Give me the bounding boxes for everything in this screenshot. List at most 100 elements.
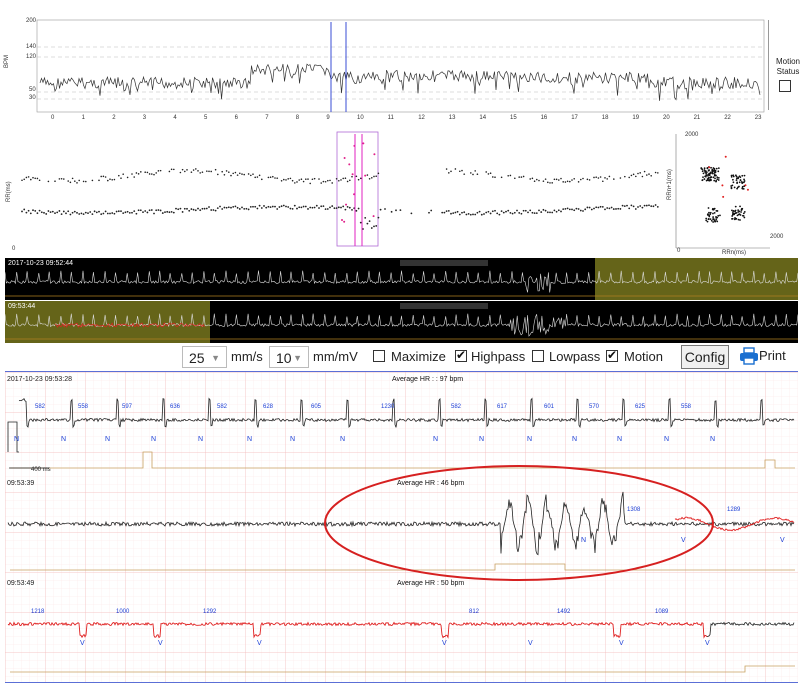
beat-label: V bbox=[442, 640, 447, 647]
rr-interval-label: 1000 bbox=[116, 609, 130, 615]
beat-label: N bbox=[14, 436, 20, 443]
x-tick-10: 10 bbox=[357, 115, 364, 121]
x-tick-11: 11 bbox=[387, 115, 394, 121]
hr-trend-chart[interactable] bbox=[0, 0, 808, 128]
bottom-border bbox=[5, 682, 798, 683]
ecg-waveform-canvas[interactable] bbox=[5, 372, 798, 682]
beat-label: N bbox=[151, 436, 157, 443]
rr-scatter-chart[interactable] bbox=[0, 130, 808, 256]
rr-interval-label: 1492 bbox=[557, 609, 571, 615]
x-tick-4: 4 bbox=[173, 115, 177, 121]
beat-label: N bbox=[527, 436, 533, 443]
beat-label: N bbox=[247, 436, 253, 443]
y-tick-200: 200 bbox=[26, 18, 37, 24]
x-tick-1: 1 bbox=[81, 115, 85, 121]
print-button[interactable]: Print bbox=[739, 347, 808, 367]
lorenz-plot-points bbox=[700, 155, 749, 223]
motion-status-checkbox[interactable] bbox=[779, 80, 791, 92]
y-tick-120: 120 bbox=[26, 54, 37, 60]
lowpass-checkbox[interactable] bbox=[532, 350, 544, 362]
strip2-timestamp: 09:53:44 bbox=[8, 303, 36, 310]
rr-interval-label: 582 bbox=[35, 404, 46, 410]
rr-series-lower bbox=[21, 204, 659, 230]
x-tick-12: 12 bbox=[418, 115, 425, 121]
x-tick-2: 2 bbox=[112, 115, 116, 121]
x-tick-16: 16 bbox=[540, 115, 548, 121]
row2-avg-hr: Average HR : 46 bpm bbox=[397, 480, 465, 487]
rr-interval-label: 597 bbox=[122, 404, 133, 410]
lorenz-y-label: RRn+1(ms) bbox=[667, 169, 673, 200]
strip1-timestamp: 2017-10-23 09:52:44 bbox=[8, 260, 73, 267]
speed-unit: mm/s bbox=[231, 349, 263, 364]
motion-checkbox[interactable] bbox=[606, 348, 618, 362]
beat-label: N bbox=[710, 436, 716, 443]
x-tick-8: 8 bbox=[295, 115, 300, 121]
rr-axis-label: RR(ms) bbox=[6, 181, 12, 202]
chevron-down-icon: ▼ bbox=[211, 353, 220, 363]
rr-zero-label: 0 bbox=[12, 246, 16, 252]
lorenz-x-max: 2000 bbox=[770, 234, 784, 240]
rr-interval-label: 558 bbox=[78, 404, 89, 410]
beat-label: N bbox=[479, 436, 485, 443]
row2-timestamp: 09:53:39 bbox=[7, 480, 35, 487]
x-tick-20: 20 bbox=[663, 115, 670, 121]
beat-label: N bbox=[581, 537, 587, 544]
x-tick-9: 9 bbox=[326, 115, 330, 121]
gain-value: 10 bbox=[276, 350, 292, 366]
overview-strip-1[interactable]: 2017-10-23 09:52:44 bbox=[5, 258, 798, 300]
print-label: Print bbox=[759, 348, 786, 363]
x-tick-14: 14 bbox=[479, 115, 487, 121]
motion-status-label: Motion Status bbox=[775, 57, 800, 76]
gain-unit: mm/mV bbox=[313, 349, 358, 364]
x-tick-0: 0 bbox=[51, 115, 55, 121]
y-tick-140: 140 bbox=[26, 44, 37, 50]
x-tick-5: 5 bbox=[204, 115, 208, 121]
beat-label: V bbox=[257, 640, 262, 647]
overview-strip-2[interactable]: 09:53:44 bbox=[5, 301, 798, 343]
x-tick-18: 18 bbox=[601, 115, 609, 121]
beat-label: V bbox=[619, 640, 624, 647]
hr-trend-panel[interactable]: 200 140 120 50 30 BPM 0 1 2 3 4 5 6 7 8 9 10 11 12 13… bbox=[0, 0, 808, 128]
beat-label: N bbox=[664, 436, 670, 443]
rr-scatter-panel[interactable]: RR(ms) 0 2000 2000 0 RRn+1(ms) RRn(ms) bbox=[0, 130, 808, 256]
ecg-grid-area[interactable]: 400 ms 2017-10-23 09:53:28 Average HR : … bbox=[5, 372, 798, 682]
beat-label: N bbox=[617, 436, 623, 443]
x-tick-21: 21 bbox=[693, 115, 701, 121]
rr-interval-label: 625 bbox=[635, 404, 646, 410]
maximize-checkbox[interactable] bbox=[373, 350, 385, 362]
rr-interval-label: 1218 bbox=[31, 609, 45, 615]
rr-interval-label: 617 bbox=[497, 404, 508, 410]
highpass-label: Highpass bbox=[471, 349, 526, 364]
config-button[interactable]: Config bbox=[681, 345, 729, 369]
chevron-down-icon: ▼ bbox=[293, 353, 302, 363]
rr-interval-label: 812 bbox=[469, 609, 480, 615]
y-tick-50: 50 bbox=[29, 87, 36, 93]
beat-label: N bbox=[433, 436, 439, 443]
speed-select[interactable]: 25 ▼ bbox=[182, 346, 227, 368]
x-tick-22: 22 bbox=[724, 115, 731, 121]
beat-label: N bbox=[290, 436, 296, 443]
x-tick-7: 7 bbox=[265, 115, 269, 121]
rr-interval-label: 558 bbox=[681, 404, 692, 410]
x-tick-23: 23 bbox=[754, 115, 762, 121]
lorenz-y-max: 2000 bbox=[685, 132, 699, 138]
y-axis-label: BPM bbox=[4, 54, 10, 68]
beat-label: N bbox=[105, 436, 111, 443]
rr-interval-label: 582 bbox=[451, 404, 462, 410]
y-tick-30: 30 bbox=[29, 95, 36, 101]
gain-select[interactable]: 10 ▼ bbox=[269, 346, 309, 368]
beat-label: V bbox=[80, 640, 85, 647]
rr-interval-label: 582 bbox=[217, 404, 228, 410]
rr-interval-label: 605 bbox=[311, 404, 322, 410]
beat-label: N bbox=[572, 436, 578, 443]
lorenz-zero: 0 bbox=[677, 248, 681, 254]
beat-label: N bbox=[198, 436, 204, 443]
maximize-label: Maximize bbox=[391, 349, 446, 364]
highpass-checkbox[interactable] bbox=[455, 348, 467, 362]
x-tick-17: 17 bbox=[571, 115, 578, 121]
row1-avg-hr: Average HR : : 97 bpm bbox=[392, 376, 464, 383]
beat-label: V bbox=[681, 537, 686, 544]
x-tick-3: 3 bbox=[142, 115, 147, 121]
rr-interval-label: 1308 bbox=[627, 507, 641, 513]
rr-series-upper bbox=[21, 142, 659, 223]
